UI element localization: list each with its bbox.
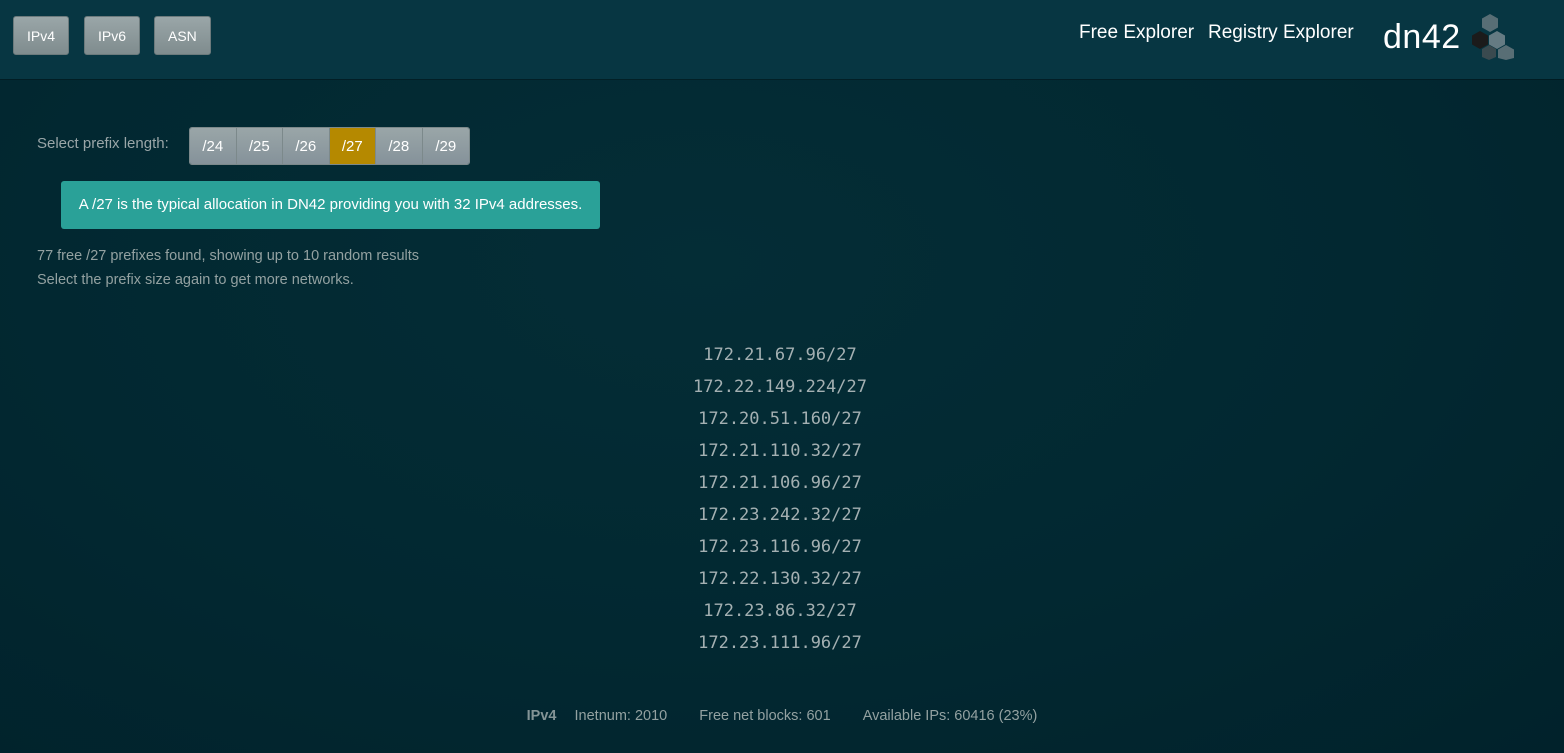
footer-free-blocks: Free net blocks: 601 <box>699 708 831 724</box>
prefix-24-button[interactable]: /24 <box>190 128 237 164</box>
prefix-list-item[interactable]: 172.23.242.32/27 <box>580 503 980 535</box>
prefix-25-button[interactable]: /25 <box>236 128 283 164</box>
logo-text: dn42 <box>1383 18 1461 56</box>
footer-protocol-label: IPv4 <box>526 708 557 724</box>
ipv6-button[interactable]: IPv6 <box>84 16 141 55</box>
registry-explorer-link[interactable]: Registry Explorer <box>1208 22 1354 44</box>
footer-available-ips: Available IPs: 60416 (23%) <box>862 708 1038 724</box>
hexagon-logo-icon <box>1472 14 1514 60</box>
free-explorer-link[interactable]: Free Explorer <box>1079 22 1194 44</box>
prefix-26-button[interactable]: /26 <box>283 128 330 164</box>
results-summary: 77 free /27 prefixes found, showing up t… <box>37 248 420 264</box>
prefix-length-label: Select prefix length: <box>37 135 169 152</box>
prefix-29-button[interactable]: /29 <box>422 128 469 164</box>
prefix-27-button[interactable]: /27 <box>329 128 376 164</box>
footer-inetnum: Inetnum: 2010 <box>574 708 668 724</box>
prefix-list-item[interactable]: 172.20.51.160/27 <box>580 407 980 439</box>
prefix-list-item[interactable]: 172.23.116.96/27 <box>580 535 980 567</box>
results-hint: Select the prefix size again to get more… <box>37 272 354 288</box>
prefix-list-item[interactable]: 172.21.106.96/27 <box>580 471 980 503</box>
free-prefix-list: 172.21.67.96/27 172.22.149.224/27 172.20… <box>580 343 980 663</box>
prefix-list-item[interactable]: 172.22.130.32/27 <box>580 567 980 599</box>
prefix-list-item[interactable]: 172.21.67.96/27 <box>580 343 980 375</box>
top-navbar: IPv4 IPv6 ASN Free Explorer Registry Exp… <box>0 0 1564 79</box>
prefix-list-item[interactable]: 172.21.110.32/27 <box>580 439 980 471</box>
prefix-length-selector: /24 /25 /26 /27 /28 /29 <box>189 127 470 165</box>
asn-button[interactable]: ASN <box>154 16 211 55</box>
stats-footer: IPv4 Inetnum: 2010 Free net blocks: 601 … <box>0 708 1564 724</box>
prefix-list-item[interactable]: 172.23.111.96/27 <box>580 631 980 663</box>
dn42-logo[interactable]: dn42 <box>1383 10 1528 66</box>
ipv4-button[interactable]: IPv4 <box>13 16 70 55</box>
prefix-list-item[interactable]: 172.22.149.224/27 <box>580 375 980 407</box>
prefix-list-item[interactable]: 172.23.86.32/27 <box>580 599 980 631</box>
prefix-28-button[interactable]: /28 <box>376 128 423 164</box>
allocation-info-alert: A /27 is the typical allocation in DN42 … <box>61 181 600 229</box>
